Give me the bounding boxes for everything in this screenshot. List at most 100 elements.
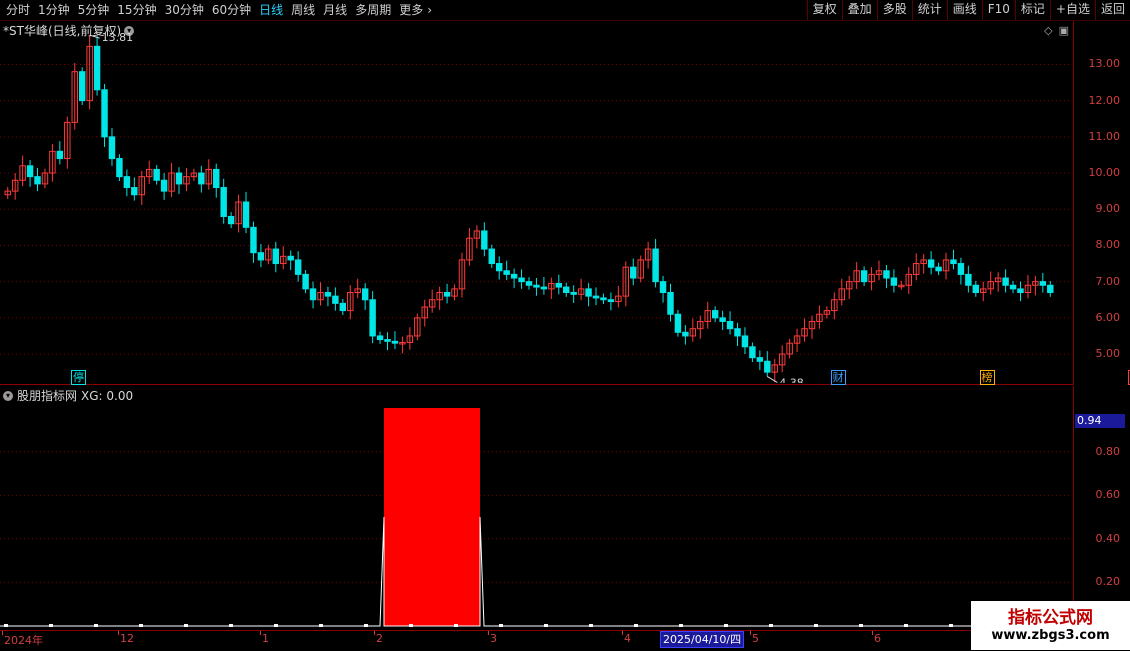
- baseline-dot: [589, 624, 593, 627]
- candle: [56, 150, 64, 160]
- period-tab-6[interactable]: 日线: [255, 0, 287, 20]
- date-tick-mark: [872, 631, 873, 635]
- period-tab-5[interactable]: 60分钟: [208, 0, 255, 20]
- event-marker[interactable]: 停: [71, 370, 87, 385]
- candle: [332, 295, 339, 304]
- candle: [93, 45, 101, 91]
- candle: [116, 158, 123, 178]
- candle: [1009, 284, 1017, 290]
- indicator-chart[interactable]: [0, 386, 1072, 630]
- period-tab-9[interactable]: 多周期: [351, 0, 395, 20]
- candle: [309, 288, 317, 301]
- period-tab-7[interactable]: 周线: [287, 0, 319, 20]
- period-tab-4[interactable]: 30分钟: [161, 0, 208, 20]
- candle: [585, 288, 592, 297]
- baseline-dot: [409, 624, 413, 627]
- toolbar-button-1[interactable]: 叠加: [841, 0, 877, 20]
- main-chart-panel[interactable]: *ST华峰(日线,前复权) ▾ ◇ ▣ 13.814.38 停财榜涨跌: [0, 21, 1130, 385]
- candle: [324, 292, 332, 297]
- price-tick: 6.00: [1095, 310, 1121, 324]
- baseline-dot: [634, 624, 638, 627]
- candle: [607, 299, 615, 303]
- candle: [213, 168, 220, 189]
- toolbar-button-6[interactable]: 标记: [1014, 0, 1050, 20]
- candle: [175, 172, 183, 185]
- date-label: 4: [624, 632, 631, 645]
- price-axis: 13.00 12.00 11.00 10.00 9.00 8.00 7.00 6.00 5.00: [1075, 21, 1130, 385]
- baseline-dot: [94, 624, 98, 627]
- watermark-url: www.zbgs3.com: [991, 627, 1110, 643]
- candle: [34, 176, 41, 185]
- date-label: 5: [752, 632, 759, 645]
- date-tick-mark: [374, 631, 375, 635]
- candle: [734, 328, 741, 337]
- candle: [965, 273, 972, 286]
- period-tabs: 分时 1分钟 5分钟 15分钟 30分钟 60分钟 日线 周线 月线 多周期 更多 ›: [2, 0, 432, 20]
- price-tick: 13.00: [1088, 57, 1121, 71]
- toolbar-button-3[interactable]: 统计: [911, 0, 947, 20]
- event-marker[interactable]: 榜: [979, 370, 995, 385]
- price-tick: 10.00: [1088, 166, 1121, 180]
- candle: [667, 292, 674, 315]
- toolbar-button-5[interactable]: F10: [981, 0, 1015, 20]
- candle: [1017, 288, 1024, 294]
- candle: [287, 255, 294, 261]
- candle: [652, 248, 659, 283]
- date-tick-mark: [750, 631, 751, 635]
- period-tab-1[interactable]: 1分钟: [34, 0, 74, 20]
- date-label: 2: [376, 632, 383, 645]
- period-tab-2[interactable]: 5分钟: [74, 0, 114, 20]
- indicator-panel[interactable]: ▾ 股朋指标网 XG: 0.00: [0, 386, 1074, 630]
- baseline-dot: [859, 624, 863, 627]
- period-tab-3[interactable]: 15分钟: [113, 0, 160, 20]
- candle: [518, 277, 525, 283]
- baseline-dot: [4, 624, 8, 627]
- price-tick: 12.00: [1088, 93, 1121, 107]
- candle: [630, 266, 637, 279]
- price-tick: 9.00: [1095, 202, 1121, 216]
- candlestick-chart[interactable]: 13.81 4.38: [0, 21, 1072, 383]
- candle: [600, 297, 607, 301]
- candle: [78, 71, 86, 102]
- baseline-dot: [679, 624, 683, 627]
- candle: [1002, 277, 1009, 286]
- date-label: 2024年: [4, 634, 43, 647]
- toolbar-button-7[interactable]: +自选: [1049, 0, 1095, 20]
- candle: [198, 172, 205, 185]
- candle: [741, 335, 749, 348]
- candle: [957, 263, 965, 275]
- toolbar-button-8[interactable]: 返回: [1094, 0, 1130, 20]
- date-axis: 2024年 12 1 2 3 4 5 6 2025/04/10/四: [0, 630, 1074, 651]
- candle: [339, 302, 347, 312]
- candle: [540, 286, 548, 290]
- candle: [220, 187, 227, 217]
- baseline-dot: [544, 624, 548, 627]
- date-label: 12: [120, 632, 134, 645]
- toolbar-button-0[interactable]: 复权: [806, 0, 842, 20]
- period-tab-10[interactable]: 更多: [395, 0, 427, 20]
- candle: [950, 259, 957, 265]
- candle: [250, 226, 257, 254]
- candle: [756, 357, 764, 362]
- event-marker[interactable]: 财: [830, 370, 846, 385]
- baseline: [0, 516, 1072, 627]
- candle: [592, 295, 600, 299]
- candle: [376, 335, 384, 341]
- toolbar-button-4[interactable]: 画线: [946, 0, 982, 20]
- period-tab-8[interactable]: 月线: [319, 0, 351, 20]
- candle: [927, 259, 935, 268]
- baseline-dot: [814, 624, 818, 627]
- high-pointer: [89, 34, 100, 39]
- candle: [443, 292, 451, 297]
- candle: [860, 270, 868, 283]
- toolbar-button-2[interactable]: 多股: [876, 0, 912, 20]
- chevron-right-icon[interactable]: ›: [427, 0, 432, 20]
- indicator-tick: 0.60: [1095, 488, 1121, 502]
- baseline-dot: [364, 624, 368, 627]
- period-tab-0[interactable]: 分时: [2, 0, 34, 20]
- candle: [108, 136, 116, 160]
- candle: [972, 284, 980, 294]
- candle: [570, 292, 577, 295]
- candle: [726, 320, 734, 330]
- watermark-title: 指标公式网: [1008, 607, 1093, 628]
